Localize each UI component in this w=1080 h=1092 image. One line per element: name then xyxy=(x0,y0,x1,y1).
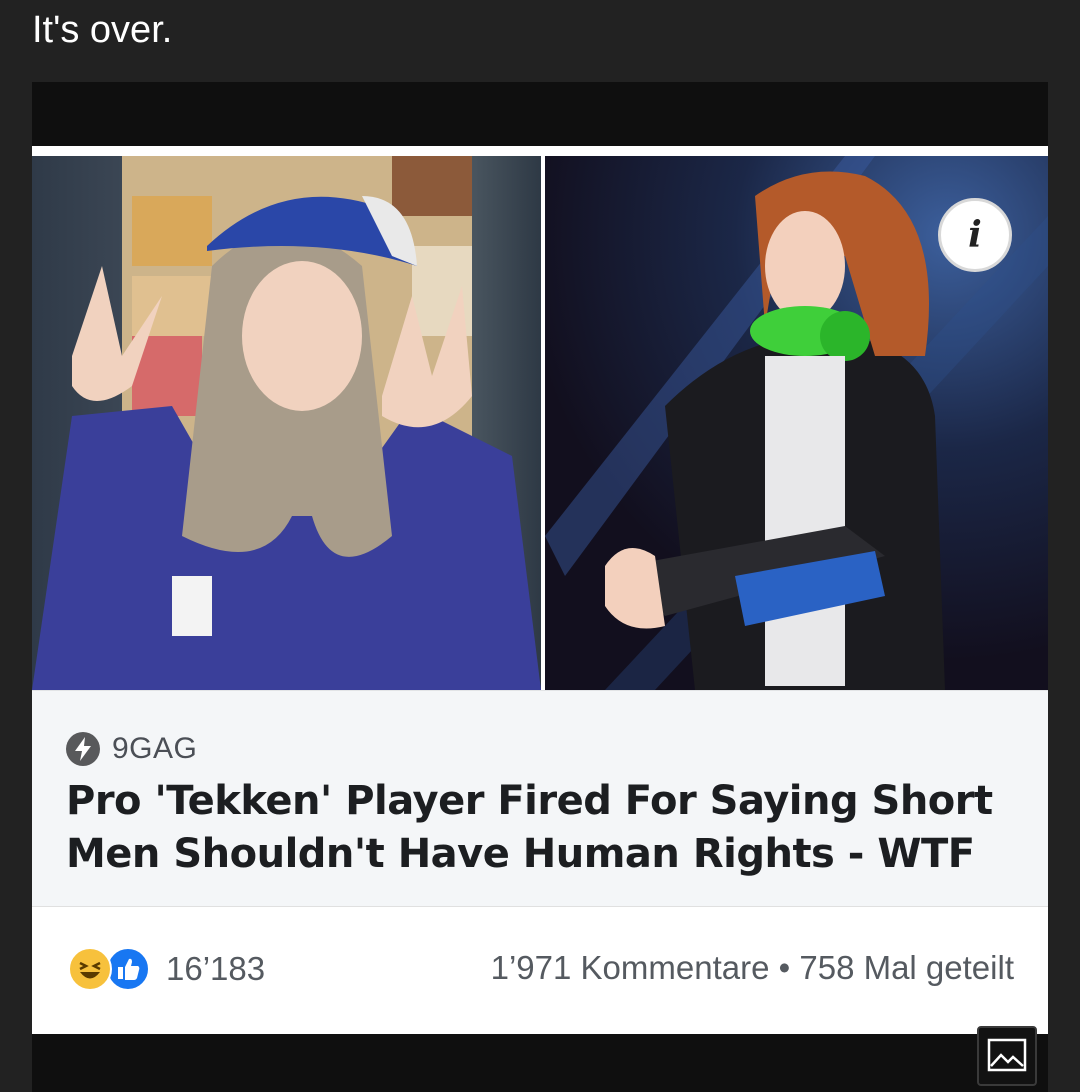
like-thumb-icon xyxy=(106,947,150,991)
post-caption: It's over. xyxy=(32,9,173,51)
info-icon[interactable]: i xyxy=(938,198,1012,272)
separator-dot: • xyxy=(778,949,791,986)
reaction-count: 16’183 xyxy=(166,950,266,987)
source-row: 9GAG xyxy=(66,729,197,769)
bolt-icon xyxy=(66,732,100,766)
reactions-summary[interactable]: 16’183 xyxy=(68,947,265,991)
haha-emoji-icon xyxy=(68,947,112,991)
comments-shares: 1’971 Kommentare • 758 Mal geteilt xyxy=(491,949,1014,987)
gallery-icon[interactable] xyxy=(977,1026,1037,1086)
link-headline[interactable]: Pro 'Tekken' Player Fired For Saying Sho… xyxy=(66,775,1026,881)
source-name: 9GAG xyxy=(112,732,198,765)
engagement-row: 16’183 1’971 Kommentare • 758 Mal geteil… xyxy=(32,906,1048,1033)
preview-image-area[interactable]: i xyxy=(32,156,1048,690)
comments-count[interactable]: 1’971 Kommentare xyxy=(491,949,770,986)
shares-count[interactable]: 758 Mal geteilt xyxy=(799,949,1014,986)
shared-post-frame[interactable]: i 9GAG Pro 'Tekken' Player Fired For Say… xyxy=(32,82,1048,1092)
left-photo xyxy=(32,156,541,690)
left-photo-illustration xyxy=(32,156,541,690)
link-preview-card[interactable]: i 9GAG Pro 'Tekken' Player Fired For Say… xyxy=(32,146,1048,1034)
link-meta[interactable]: 9GAG Pro 'Tekken' Player Fired For Sayin… xyxy=(32,690,1048,907)
